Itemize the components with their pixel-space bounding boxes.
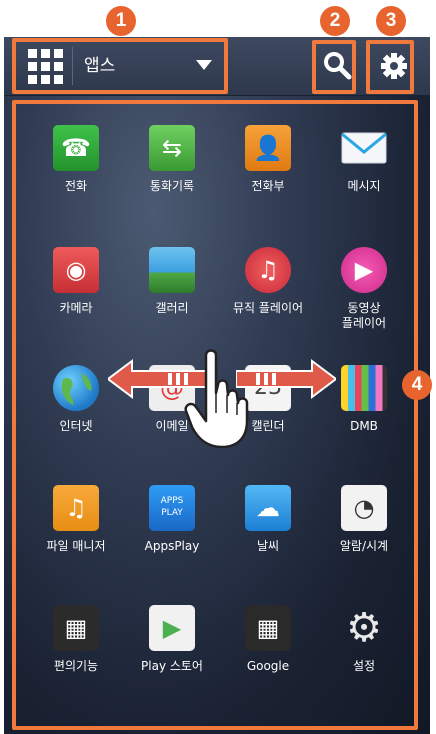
- callout-badge-3: 3: [376, 6, 406, 36]
- callout-box-3: [366, 40, 414, 94]
- callout-badge-4: 4: [402, 370, 432, 400]
- callout-badge-2: 2: [320, 6, 350, 36]
- callout-box-2: [312, 40, 356, 94]
- screen: 앱스 ☎ 전화 ⇆ 통화기록 👤 전화부 메시지 ◉ 카메라 갤러리 ♫ 뮤직 …: [0, 0, 436, 734]
- callout-box-4: [12, 100, 418, 730]
- callout-badge-1: 1: [106, 6, 136, 36]
- callout-box-1: [12, 38, 228, 94]
